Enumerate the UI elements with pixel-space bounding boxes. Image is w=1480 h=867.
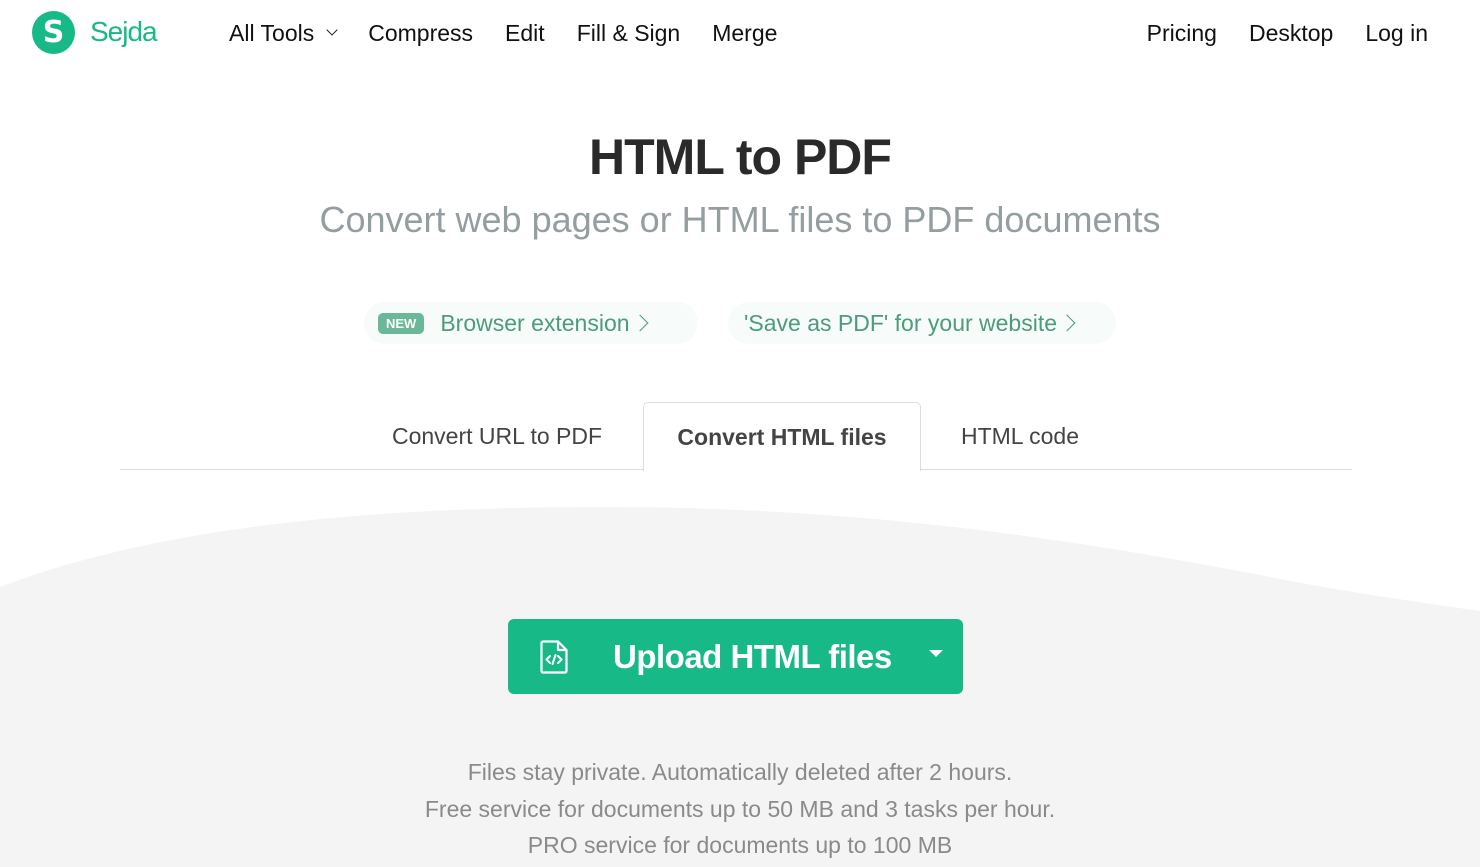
nav-desktop[interactable]: Desktop <box>1249 20 1333 47</box>
save-as-pdf-website-link[interactable]: 'Save as PDF' for your website <box>728 302 1116 344</box>
caret-down-icon[interactable] <box>929 650 943 657</box>
header: S Sejda All Tools Compress Edit Fill & S… <box>0 0 1480 66</box>
page-title: HTML to PDF <box>589 129 892 185</box>
html-file-icon <box>540 640 568 674</box>
logo-link[interactable]: S Sejda <box>32 10 158 54</box>
save-as-pdf-label: 'Save as PDF' for your website <box>744 309 1058 336</box>
browser-extension-link[interactable]: NEW Browser extension <box>364 302 698 344</box>
nav-merge[interactable]: Merge <box>712 20 777 47</box>
upload-html-files-button[interactable]: Upload HTML files <box>508 619 963 694</box>
logo-icon: S <box>32 10 75 54</box>
nav-pricing[interactable]: Pricing <box>1147 20 1217 47</box>
new-badge: NEW <box>378 312 425 334</box>
logo-text: Sejda <box>90 16 158 47</box>
chevron-right-icon <box>631 314 649 332</box>
nav-all-tools[interactable]: All Tools <box>229 19 338 47</box>
promo-links: NEW Browser extension 'Save as PDF' for … <box>0 302 1480 344</box>
primary-nav: All Tools Compress Edit Fill & Sign Merg… <box>229 16 809 50</box>
secondary-nav: Pricing Desktop Log in <box>1115 16 1428 50</box>
chevron-right-icon <box>1058 314 1076 332</box>
tab-convert-html-files[interactable]: Convert HTML files <box>643 402 921 471</box>
page-subtitle: Convert web pages or HTML files to PDF d… <box>319 199 1161 240</box>
service-info: Files stay private. Automatically delete… <box>0 754 1480 864</box>
pro-service-note: PRO service for documents up to 100 MB <box>527 832 953 858</box>
nav-all-tools-label: All Tools <box>229 19 315 46</box>
free-service-note: Free service for documents up to 50 MB a… <box>424 795 1056 822</box>
conversion-tabs: Convert URL to PDF Convert HTML files HT… <box>120 402 1352 471</box>
upload-button-label: Upload HTML files <box>613 637 892 675</box>
nav-edit[interactable]: Edit <box>505 20 545 47</box>
nav-log-in[interactable]: Log in <box>1365 20 1428 47</box>
nav-fill-sign[interactable]: Fill & Sign <box>577 20 681 47</box>
nav-compress[interactable]: Compress <box>368 20 473 47</box>
tab-html-code[interactable]: HTML code <box>930 402 1110 470</box>
chevron-down-icon <box>326 24 338 36</box>
privacy-note: Files stay private. Automatically delete… <box>467 759 1013 785</box>
browser-extension-label: Browser extension <box>440 309 630 336</box>
tab-convert-url[interactable]: Convert URL to PDF <box>364 402 630 470</box>
